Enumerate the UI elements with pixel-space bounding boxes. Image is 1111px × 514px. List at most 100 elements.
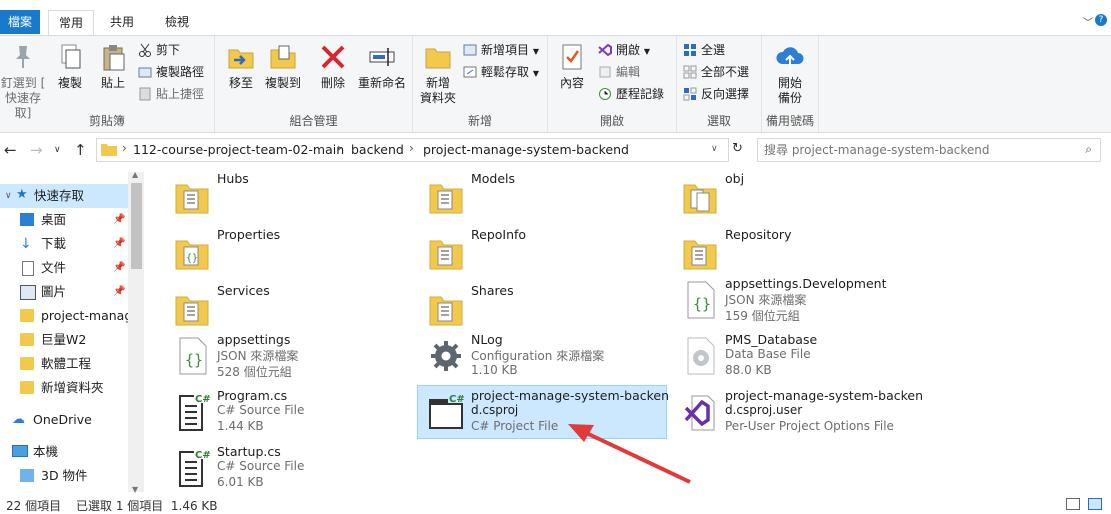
copy-button[interactable]: 複製 xyxy=(52,42,88,91)
invert-selection-button[interactable]: 反向選擇 xyxy=(683,84,749,104)
file-item-folder[interactable]: Shares xyxy=(420,283,660,333)
search-input[interactable] xyxy=(762,140,1066,160)
up-arrow-icon[interactable]: ↑ xyxy=(74,141,87,159)
nav-3d-objects[interactable]: 3D 物件 xyxy=(0,464,128,488)
file-size: 88.0 KB xyxy=(725,363,772,377)
pin-quick-access-button[interactable]: 釘選到 [ 快速存取] xyxy=(0,42,46,121)
file-item-folder[interactable]: obj xyxy=(674,171,914,221)
nav-item-pictures[interactable]: 圖片 📌 xyxy=(0,280,128,304)
breadcrumb-item[interactable]: backend xyxy=(351,142,404,157)
nav-item-desktop[interactable]: 桌面 📌 xyxy=(0,208,128,232)
back-arrow-icon[interactable]: ← xyxy=(4,141,17,159)
move-to-button[interactable]: 移至 xyxy=(223,42,259,91)
status-bar: 22 個項目 已選取 1 個項目 1.46 KB xyxy=(0,495,1111,513)
file-name: RepoInfo xyxy=(471,227,527,242)
folder-icon: {} xyxy=(174,231,210,271)
large-icons-view-icon[interactable] xyxy=(1088,498,1102,510)
nav-item-downloads[interactable]: ↓ 下載 📌 xyxy=(0,232,128,256)
breadcrumb-item[interactable]: project-manage-system-backend xyxy=(423,142,629,157)
edit-button[interactable]: 編輯 xyxy=(598,62,640,82)
file-name: Services xyxy=(217,283,270,298)
copy-to-button[interactable]: 複製到 xyxy=(265,42,301,91)
delete-button[interactable]: 刪除 xyxy=(315,42,351,91)
nav-quick-access[interactable]: ∨ ★ 快速存取 xyxy=(0,184,128,208)
easy-access-icon xyxy=(463,65,477,79)
nav-scroll-thumb[interactable] xyxy=(131,183,142,269)
forward-arrow-icon[interactable]: → xyxy=(30,141,43,159)
file-item-folder[interactable]: {} Properties xyxy=(166,227,406,277)
address-row: ← → ∨ ↑ › 112-course-project-team-02-mai… xyxy=(0,137,1111,163)
copy-label: 複製 xyxy=(57,76,82,90)
file-item-database[interactable]: PMS_Database Data Base File 88.0 KB xyxy=(674,332,914,382)
tab-share[interactable]: 共用 xyxy=(100,10,144,34)
refresh-icon[interactable]: ↻ xyxy=(732,141,743,156)
file-name: project-manage-system-backen xyxy=(471,388,670,403)
properties-button[interactable]: 內容 xyxy=(554,42,590,91)
cut-button[interactable]: 剪下 xyxy=(138,40,180,60)
rename-label: 重新命名 xyxy=(357,76,406,90)
file-item-folder[interactable]: Repository xyxy=(674,227,914,277)
file-item-csharp[interactable]: C# Startup.cs C# Source File 6.01 KB xyxy=(166,444,406,494)
nav-item-label: 下載 xyxy=(41,236,67,251)
group-select: 全選 全部不選 反向選擇 選取 xyxy=(677,36,762,132)
help-icon[interactable]: ? xyxy=(1095,14,1107,26)
search-icon[interactable]: ⌕ xyxy=(1085,142,1092,157)
file-item-config[interactable]: NLog Configuration 來源檔案 1.10 KB xyxy=(420,332,660,382)
file-name: Properties xyxy=(217,227,281,242)
address-dropdown-icon[interactable]: ∨ xyxy=(711,144,718,154)
file-item-csproj-user[interactable]: project-manage-system-backen d.csproj.us… xyxy=(674,388,923,438)
select-all-button[interactable]: 全選 xyxy=(683,40,725,60)
group-new: 新增 資料夾 新增項目 ▼ 輕鬆存取 ▼ 新增 xyxy=(413,36,548,132)
file-item-folder[interactable]: Services xyxy=(166,283,406,333)
new-folder-label-1: 新增 xyxy=(425,76,450,90)
organize-group-label: 組合管理 xyxy=(289,114,338,128)
recent-chevron-icon[interactable]: ∨ xyxy=(54,145,61,155)
nav-this-pc[interactable]: 本機 xyxy=(0,440,128,464)
navigation-pane: ∨ ★ 快速存取 桌面 📌 ↓ 下載 📌 文件 📌 圖片 📌 project-m… xyxy=(0,172,128,492)
expand-chevron-icon[interactable]: ∨ xyxy=(5,184,12,208)
select-all-icon xyxy=(683,43,697,57)
search-box[interactable]: ⌕ xyxy=(757,138,1101,162)
copy-path-button[interactable]: 複製路徑 xyxy=(138,62,204,82)
pin-icon: 📌 xyxy=(113,214,126,225)
cut-label: 剪下 xyxy=(156,43,181,57)
paste-shortcut-button[interactable]: 貼上捷徑 xyxy=(138,84,204,104)
tab-home[interactable]: 常用 xyxy=(48,10,95,35)
new-item-button[interactable]: 新增項目 ▼ xyxy=(463,40,539,60)
file-item-folder[interactable]: Models xyxy=(420,171,660,221)
scroll-up-icon[interactable]: ▲ xyxy=(132,170,138,179)
file-item-csharp[interactable]: C# Program.cs C# Source File 1.44 KB xyxy=(166,388,406,438)
nav-item-folder[interactable]: 新增資料夾 xyxy=(0,376,128,400)
paste-button[interactable]: 貼上 xyxy=(95,42,131,91)
start-backup-button[interactable]: 開始 備份 xyxy=(770,42,810,106)
select-none-label: 全部不選 xyxy=(701,65,750,79)
nav-item-folder[interactable]: project-manag xyxy=(0,304,128,328)
rename-button[interactable]: 重新命名 xyxy=(355,42,409,91)
new-folder-button[interactable]: 新增 資料夾 xyxy=(417,42,459,106)
nav-onedrive[interactable]: ☁ OneDrive xyxy=(0,408,128,432)
file-type: JSON 來源檔案 xyxy=(725,293,807,307)
select-none-button[interactable]: 全部不選 xyxy=(683,62,749,82)
csharp-project-icon: C# xyxy=(428,392,465,432)
tab-file[interactable]: 檔案 xyxy=(0,10,40,34)
ribbon-collapse-icon[interactable]: ﹀ xyxy=(1083,14,1093,29)
file-item-folder[interactable]: Hubs xyxy=(166,171,406,221)
open-button[interactable]: 開啟 ▼ xyxy=(598,40,650,60)
easy-access-button[interactable]: 輕鬆存取 ▼ xyxy=(463,62,539,82)
file-item-folder[interactable]: RepoInfo xyxy=(420,227,660,277)
nav-item-folder[interactable]: 巨量W2 xyxy=(0,328,128,352)
file-name: obj xyxy=(725,171,745,186)
group-organize: 移至 複製到 刪除 重新命名 組合管理 xyxy=(215,36,413,132)
file-item-json[interactable]: {} appsettings JSON 來源檔案 528 個位元組 xyxy=(166,332,406,382)
nav-item-documents[interactable]: 文件 📌 xyxy=(0,256,128,280)
file-item-json[interactable]: {} appsettings.Development JSON 來源檔案 159… xyxy=(674,276,914,326)
breadcrumb-item[interactable]: 112-course-project-team-02-main xyxy=(133,142,344,157)
open-group-label: 開啟 xyxy=(599,114,624,128)
details-view-icon[interactable] xyxy=(1066,498,1080,510)
database-file-icon xyxy=(682,336,718,376)
nav-item-folder[interactable]: 軟體工程 xyxy=(0,352,128,376)
history-button[interactable]: 歷程記錄 xyxy=(598,84,664,104)
address-bar[interactable]: › 112-course-project-team-02-main › back… xyxy=(96,138,729,162)
tab-view[interactable]: 檢視 xyxy=(155,10,199,34)
scroll-down-icon[interactable]: ▼ xyxy=(132,485,138,494)
